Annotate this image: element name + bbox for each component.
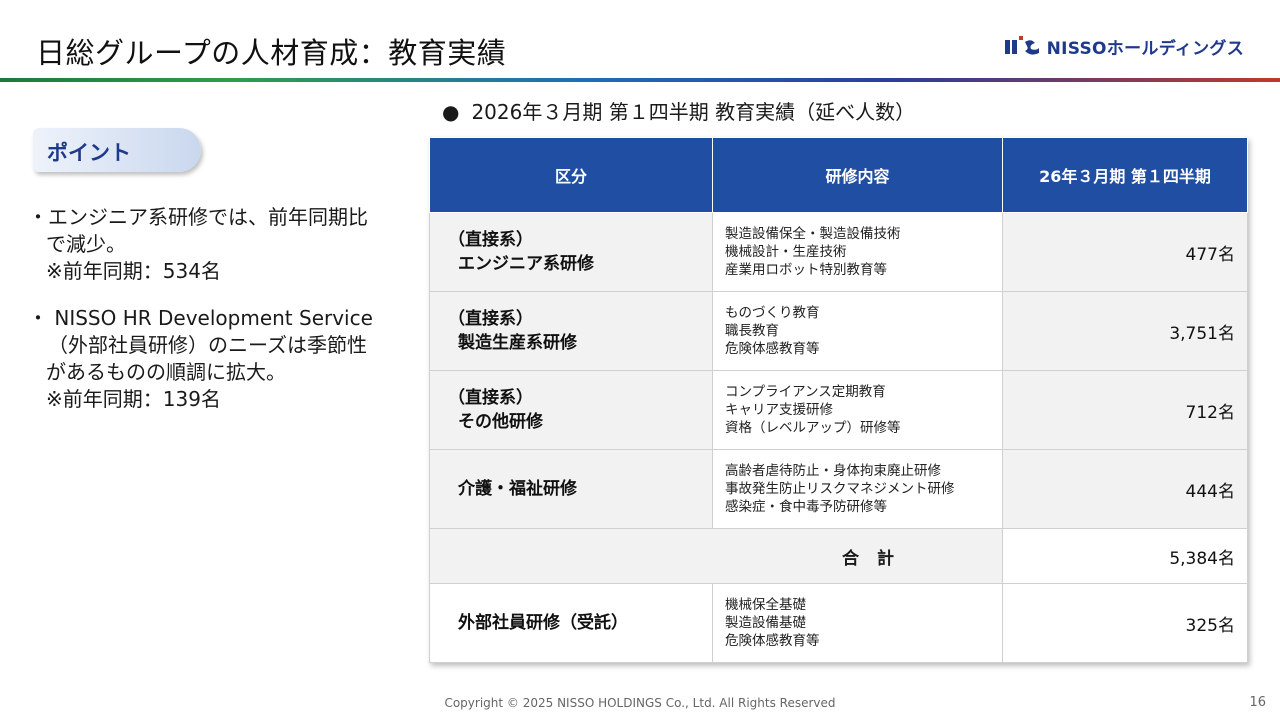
row-category: （直接系） その他研修 (429, 370, 713, 450)
row-category: 外部社員研修（受託） (429, 583, 713, 663)
row-value: 3,751名 (1002, 291, 1248, 371)
row-description: ものづくり教育 職長教育 危険体感教育等 (712, 291, 1003, 371)
description-line: 危険体感教育等 (725, 633, 820, 649)
total-label: 合計 (429, 528, 1003, 584)
row-value: 325名 (1002, 583, 1248, 663)
row-description: コンプライアンス定期教育 キャリア支援研修 資格（レベルアップ）研修等 (712, 370, 1003, 450)
header-content: 研修内容 (712, 137, 1003, 213)
header-period: 26年３月期 第１四半期 (1002, 137, 1248, 213)
company-logo: NISSOホールディングス (1004, 34, 1244, 59)
description-line: 事故発生防止リスクマネジメント研修 (725, 481, 955, 497)
description-line: 製造設備基礎 (725, 615, 806, 631)
note-line: ※前年同期：139名 (46, 387, 221, 411)
description-line: 資格（レベルアップ）研修等 (725, 420, 901, 436)
description-line: 機械保全基礎 (725, 597, 806, 613)
row-description: 機械保全基礎 製造設備基礎 危険体感教育等 (712, 583, 1003, 663)
nisso-logo-icon (1004, 35, 1039, 55)
description-line: 産業用ロボット特別教育等 (725, 262, 887, 278)
category-prefix: （直接系） (448, 230, 533, 250)
description-line: 職長教育 (725, 323, 779, 339)
category-name: 外部社員研修（受託） (458, 613, 628, 633)
row-value: 477名 (1002, 212, 1248, 292)
note-line: で減少。 (46, 232, 126, 256)
row-description: 製造設備保全・製造設備技術 機械設計・生産技術 産業用ロボット特別教育等 (712, 212, 1003, 292)
footer-copyright: Copyright © 2025 NISSO HOLDINGS Co., Ltd… (444, 696, 836, 710)
description-line: 感染症・食中毒予防研修等 (725, 499, 887, 515)
header-category: 区分 (429, 137, 713, 213)
description-line: 高齢者虐待防止・身体拘束廃止研修 (725, 463, 941, 479)
category-name: 介護・福祉研修 (458, 479, 577, 499)
table-row: （直接系） エンジニア系研修 製造設備保全・製造設備技術 機械設計・生産技術 産… (429, 212, 1248, 292)
note-engineer: ・エンジニア系研修では、前年同期比 で減少。 ※前年同期：534名 (28, 204, 418, 285)
point-notes: ・エンジニア系研修では、前年同期比 で減少。 ※前年同期：534名 ・ NISS… (28, 204, 418, 433)
category-prefix: （直接系） (448, 388, 533, 408)
table-header-row: 区分 研修内容 26年３月期 第１四半期 (429, 137, 1248, 213)
table-row: （直接系） その他研修 コンプライアンス定期教育 キャリア支援研修 資格（レベル… (429, 370, 1248, 450)
row-description: 高齢者虐待防止・身体拘束廃止研修 事故発生防止リスクマネジメント研修 感染症・食… (712, 449, 1003, 529)
category-name: その他研修 (458, 412, 543, 432)
note-line: ・ NISSO HR Development Service (28, 306, 373, 330)
row-category: 介護・福祉研修 (429, 449, 713, 529)
note-line: ※前年同期：534名 (46, 259, 221, 283)
table-total-row: 合計 5,384名 (429, 528, 1248, 584)
description-line: ものづくり教育 (725, 305, 820, 321)
row-value: 712名 (1002, 370, 1248, 450)
category-name: 製造生産系研修 (458, 333, 577, 353)
description-line: 機械設計・生産技術 (725, 244, 847, 260)
education-table: 区分 研修内容 26年３月期 第１四半期 （直接系） エンジニア系研修 製造設備… (429, 137, 1248, 663)
table-row: 外部社員研修（受託） 機械保全基礎 製造設備基礎 危険体感教育等 325名 (429, 583, 1248, 663)
bullet-icon: ● (442, 100, 460, 124)
section-heading: ● 2026年３月期 第１四半期 教育実績（延べ人数） (442, 96, 915, 125)
note-line: （外部社員研修）のニーズは季節性 (48, 333, 367, 357)
category-prefix: （直接系） (448, 309, 533, 329)
section-heading-text: 2026年３月期 第１四半期 教育実績（延べ人数） (471, 100, 916, 124)
row-category: （直接系） エンジニア系研修 (429, 212, 713, 292)
description-line: 製造設備保全・製造設備技術 (725, 226, 901, 242)
description-line: コンプライアンス定期教育 (725, 384, 886, 400)
note-hr-service: ・ NISSO HR Development Service （外部社員研修）の… (28, 305, 418, 413)
point-label: ポイント (47, 141, 131, 165)
table-row: （直接系） 製造生産系研修 ものづくり教育 職長教育 危険体感教育等 3,751… (429, 291, 1248, 371)
logo-text: NISSOホールディングス (1046, 39, 1244, 59)
point-callout: ポイント (33, 128, 201, 172)
note-line: ・エンジニア系研修では、前年同期比 (28, 205, 368, 229)
table-row: 介護・福祉研修 高齢者虐待防止・身体拘束廃止研修 事故発生防止リスクマネジメント… (429, 449, 1248, 529)
note-line: があるものの順調に拡大。 (46, 360, 286, 384)
description-line: キャリア支援研修 (725, 402, 833, 418)
description-line: 危険体感教育等 (725, 341, 820, 357)
row-category: （直接系） 製造生産系研修 (429, 291, 713, 371)
total-value: 5,384名 (1002, 528, 1248, 584)
category-name: エンジニア系研修 (458, 254, 594, 274)
page-number: 16 (1249, 695, 1266, 710)
row-value: 444名 (1002, 449, 1248, 529)
page-title: 日総グループの人材育成：教育実績 (36, 36, 507, 70)
header-rule (0, 78, 1280, 82)
